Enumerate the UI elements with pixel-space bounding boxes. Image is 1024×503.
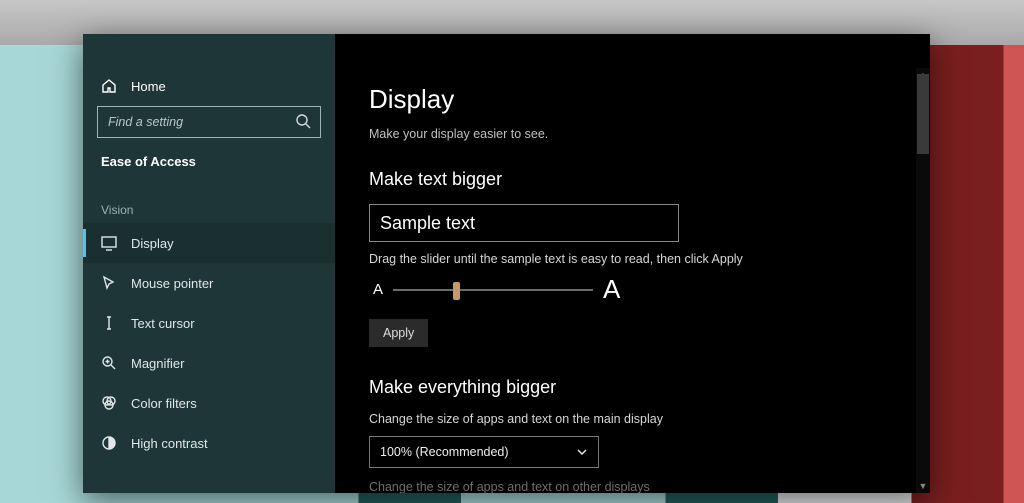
sidebar-item-label: High contrast <box>131 436 208 451</box>
combo-value: 100% (Recommended) <box>380 445 509 459</box>
cursor-icon <box>101 275 117 291</box>
sidebar-item-color-filters[interactable]: Color filters <box>83 383 335 423</box>
main-scrollbar[interactable]: ▲ ▼ <box>916 68 930 493</box>
slider-instruction: Drag the slider until the sample text is… <box>369 252 896 266</box>
text-size-slider[interactable] <box>393 280 593 300</box>
sidebar-item-magnifier[interactable]: Magnifier <box>83 343 335 383</box>
sidebar-item-high-contrast[interactable]: High contrast <box>83 423 335 463</box>
sidebar-item-label: Color filters <box>131 396 197 411</box>
sidebar-group-title: Ease of Access <box>83 154 335 183</box>
magnifier-icon <box>101 355 117 371</box>
page-subtitle: Make your display easier to see. <box>369 127 896 141</box>
sidebar-home[interactable]: Home <box>83 68 335 106</box>
chevron-down-icon <box>576 446 588 458</box>
apply-button[interactable]: Apply <box>369 319 428 347</box>
slider-thumb[interactable] <box>453 282 460 300</box>
text-cursor-icon <box>101 315 117 331</box>
slider-small-a: A <box>373 281 383 298</box>
page-title: Display <box>369 84 896 115</box>
home-icon <box>101 78 117 94</box>
sidebar: Home Ease of Access Vision Display Mouse… <box>83 34 335 493</box>
high-contrast-icon <box>101 435 117 451</box>
scroll-down-arrow-icon[interactable]: ▼ <box>916 479 930 493</box>
settings-window: Settings Home Ease of Access Vision Disp… <box>83 34 930 493</box>
sidebar-item-label: Mouse pointer <box>131 276 213 291</box>
sidebar-item-text-cursor[interactable]: Text cursor <box>83 303 335 343</box>
home-label: Home <box>131 79 166 94</box>
text-size-slider-row: A A <box>373 274 896 305</box>
scale-description: Change the size of apps and text on the … <box>369 412 896 426</box>
color-filters-icon <box>101 395 117 411</box>
section-heading-everything-bigger: Make everything bigger <box>369 377 896 398</box>
scale-combobox[interactable]: 100% (Recommended) <box>369 436 599 468</box>
section-heading-text-bigger: Make text bigger <box>369 169 896 190</box>
search-input[interactable] <box>97 106 321 138</box>
sidebar-category-header: Vision <box>83 183 335 223</box>
sidebar-item-label: Display <box>131 236 174 251</box>
slider-big-a: A <box>603 274 620 305</box>
scrollbar-thumb[interactable] <box>917 74 929 154</box>
sample-text-preview: Sample text <box>369 204 679 242</box>
sidebar-item-label: Magnifier <box>131 356 184 371</box>
sidebar-item-display[interactable]: Display <box>83 223 335 263</box>
monitor-icon <box>101 235 117 251</box>
sidebar-item-label: Text cursor <box>131 316 195 331</box>
slider-track <box>393 289 593 291</box>
main-pane: Display Make your display easier to see.… <box>335 34 930 493</box>
scale-other-displays-note: Change the size of apps and text on othe… <box>369 480 896 493</box>
sidebar-item-mouse-pointer[interactable]: Mouse pointer <box>83 263 335 303</box>
